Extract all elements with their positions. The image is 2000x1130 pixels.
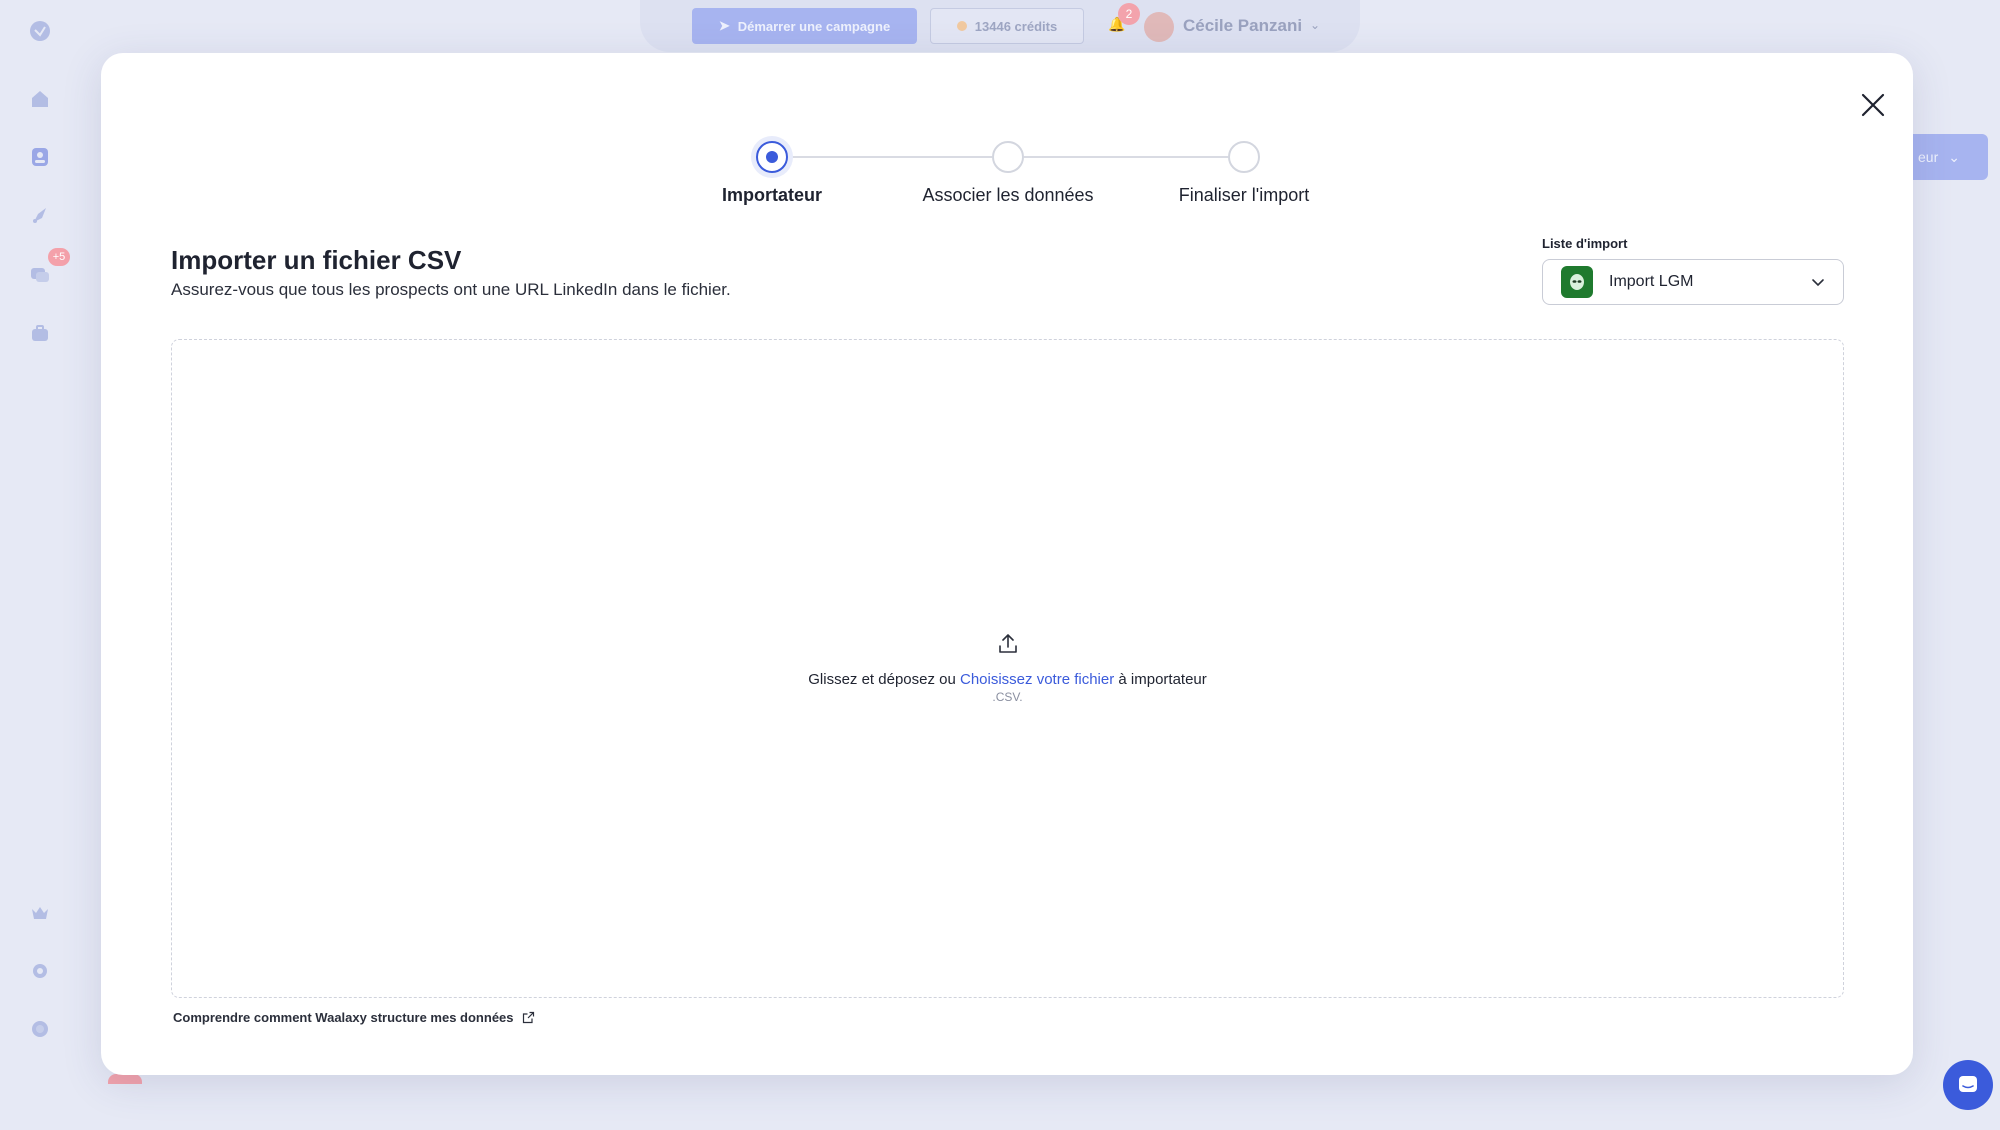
coin-icon[interactable] — [28, 1017, 52, 1041]
messages-icon[interactable] — [28, 263, 52, 287]
logo-icon[interactable] — [28, 19, 52, 43]
credits-button[interactable]: 13446 crédits — [930, 8, 1084, 44]
coin-icon — [956, 21, 967, 31]
chevron-down-icon — [1812, 279, 1824, 287]
chat-icon — [1959, 1076, 1977, 1092]
alien-icon — [1561, 266, 1593, 298]
help-link[interactable]: Comprendre comment Waalaxy structure mes… — [173, 1010, 535, 1025]
upload-icon — [998, 634, 1017, 653]
close-icon — [1861, 93, 1885, 117]
briefcase-icon[interactable] — [28, 322, 52, 346]
step-3-label: Finaliser l'import — [1178, 185, 1310, 205]
notification-badge: 2 — [1118, 3, 1140, 25]
import-list-value: Import LGM — [1609, 273, 1694, 290]
file-dropzone[interactable]: Glissez et déposez ou Choisissez votre f… — [171, 339, 1844, 998]
settings-gear-icon[interactable] — [28, 959, 52, 983]
start-campaign-label: Démarrer une campagne — [737, 18, 891, 34]
import-list-select[interactable]: Import LGM — [1542, 259, 1844, 305]
crown-icon[interactable] — [28, 901, 52, 925]
dropzone-text: Glissez et déposez ou Choisissez votre f… — [172, 671, 1843, 688]
dropzone-content: Glissez et déposez ou Choisissez votre f… — [172, 632, 1843, 704]
import-list-label: Liste d'import — [1542, 236, 1628, 251]
choose-file-link[interactable]: Choisissez votre fichier — [960, 671, 1114, 688]
import-modal: Importateur Associer les données Finalis… — [101, 53, 1913, 1075]
messages-badge: +5 — [48, 248, 70, 266]
step-1-label: Importateur — [721, 185, 822, 205]
step-2-label: Associer les données — [922, 185, 1094, 205]
accepted-extensions: .CSV. — [992, 690, 1023, 704]
background-decoration — [108, 1074, 142, 1084]
page-subtitle: Assurez-vous que tous les prospects ont … — [171, 280, 731, 299]
page-title: Importer un fichier CSV — [171, 245, 462, 275]
start-campaign-button[interactable]: ➤ Démarrer une campagne — [692, 8, 917, 44]
external-link-icon — [522, 1011, 534, 1024]
sidebar: +5 — [0, 0, 80, 1130]
import-stepper: Importateur Associer les données Finalis… — [101, 137, 1913, 217]
send-icon: ➤ — [718, 18, 730, 33]
support-chat-button[interactable] — [1943, 1060, 1993, 1110]
chevron-down-icon[interactable]: ⌄ — [1310, 18, 1320, 32]
step-connector — [1024, 156, 1228, 158]
user-name[interactable]: Cécile Panzani — [1183, 16, 1302, 36]
avatar[interactable] — [1144, 12, 1174, 42]
rocket-icon[interactable] — [28, 204, 52, 228]
step-3-indicator — [1228, 141, 1260, 173]
help-link-label: Comprendre comment Waalaxy structure mes… — [173, 1010, 514, 1025]
step-connector — [788, 156, 992, 158]
credits-label: 13446 crédits — [974, 18, 1058, 34]
step-1-indicator — [756, 141, 788, 173]
dropzone-text-suffix: à importateur — [1114, 671, 1207, 688]
contacts-icon[interactable] — [28, 145, 52, 169]
background-action-label: eur — [1918, 149, 1939, 165]
home-icon[interactable] — [28, 87, 52, 111]
dropzone-text-prefix: Glissez et déposez ou — [808, 671, 960, 688]
close-button[interactable] — [1853, 85, 1893, 125]
step-2-indicator — [992, 141, 1024, 173]
chevron-down-icon: ⌄ — [1948, 148, 1960, 165]
